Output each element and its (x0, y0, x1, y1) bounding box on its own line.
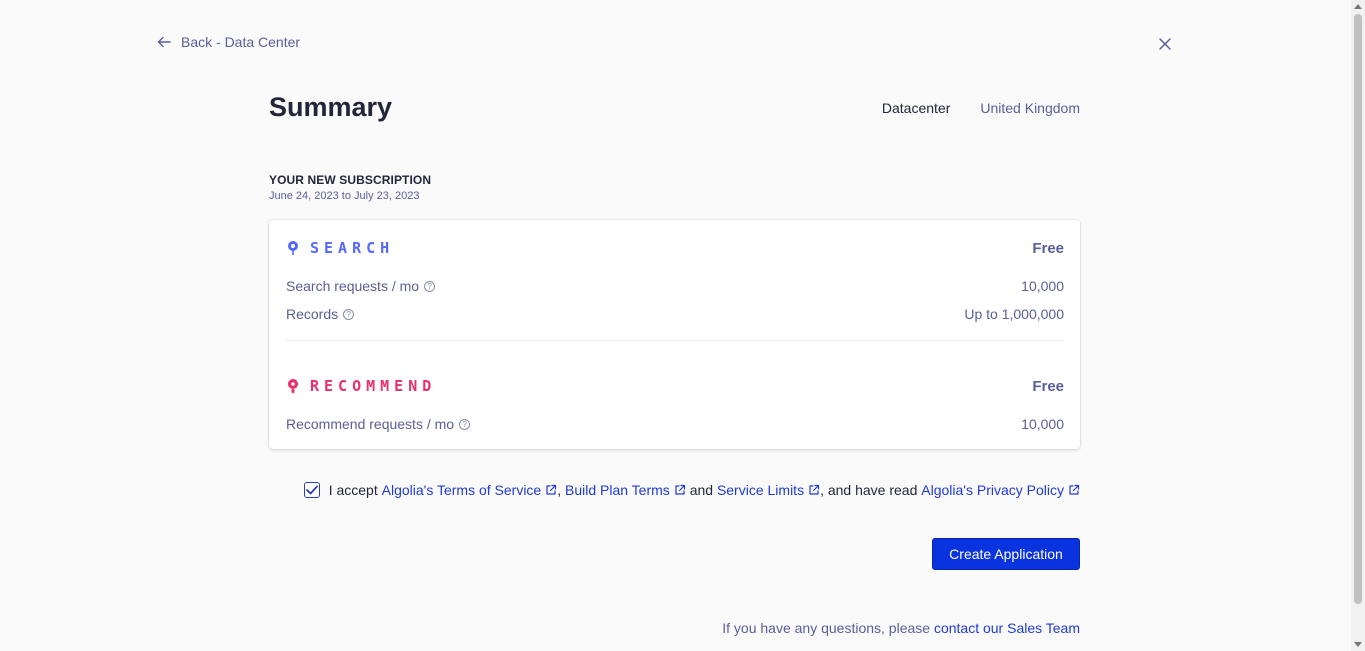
scroll-down-icon[interactable] (1354, 642, 1362, 647)
row-label: Search requests / mo (286, 278, 420, 294)
recommend-product-icon (288, 379, 298, 393)
close-button[interactable] (1156, 35, 1174, 53)
help-icon[interactable]: ? (343, 308, 355, 320)
product-row: Search requests / mo? 10,000 (286, 276, 1064, 296)
row-value: 10,000 (1021, 278, 1064, 294)
external-link-icon (546, 484, 557, 495)
row-value: Up to 1,000,000 (964, 306, 1064, 322)
create-application-button[interactable]: Create Application (932, 538, 1080, 570)
subscription-card: SEARCH Free Search requests / mo? 10,000… (269, 220, 1080, 449)
terms-and: and (689, 482, 714, 498)
product-row: Recommend requests / mo? 10,000 (286, 414, 1064, 434)
close-icon (1159, 38, 1171, 50)
subscription-header: YOUR NEW SUBSCRIPTION June 24, 2023 to J… (269, 173, 431, 202)
product-row: Records? Up to 1,000,000 (286, 304, 1064, 324)
privacy-policy-link[interactable]: Algolia's Privacy Policy (921, 482, 1080, 498)
service-limits-link[interactable]: Service Limits (717, 482, 820, 498)
help-icon[interactable]: ? (424, 280, 436, 292)
row-value: 10,000 (1021, 416, 1064, 432)
terms-separator: , (557, 482, 562, 498)
product-recommend: RECOMMEND Free Recommend requests / mo? … (286, 376, 1064, 434)
help-icon[interactable]: ? (459, 418, 471, 430)
product-search: SEARCH Free Search requests / mo? 10,000… (286, 238, 1064, 324)
terms-acceptance: I accept Algolia's Terms of Service, Bui… (303, 482, 1080, 498)
divider (286, 340, 1064, 341)
row-label: Records (286, 306, 339, 322)
subscription-heading: YOUR NEW SUBSCRIPTION (269, 173, 432, 187)
external-link-icon (675, 484, 685, 495)
price-recommend: Free (1032, 377, 1064, 395)
back-label: Back - Data Center (181, 34, 301, 50)
terms-of-service-link[interactable]: Algolia's Terms of Service (382, 482, 558, 498)
arrow-left-icon (157, 35, 171, 49)
scrollbar-thumb[interactable] (1354, 14, 1362, 604)
product-name-recommend: RECOMMEND (310, 377, 437, 395)
subscription-dates: June 24, 2023 to July 23, 2023 (269, 190, 420, 202)
scroll-up-icon[interactable] (1354, 4, 1362, 9)
datacenter-info: Datacenter United Kingdom (882, 100, 1080, 116)
product-name-search: SEARCH (310, 239, 395, 257)
search-product-icon (288, 241, 298, 255)
terms-prefix: I accept (328, 482, 378, 498)
accept-terms-checkbox[interactable] (303, 482, 320, 498)
contact-sales-link[interactable]: contact our Sales Team (934, 620, 1080, 636)
check-icon (305, 485, 318, 495)
price-search: Free (1032, 239, 1064, 257)
external-link-icon (1069, 484, 1080, 495)
back-link[interactable]: Back - Data Center (157, 34, 300, 50)
page-title: Summary (269, 92, 393, 122)
footer-text: If you have any questions, please (722, 620, 931, 636)
datacenter-value: United Kingdom (980, 100, 1080, 116)
terms-read: , and have read (820, 482, 918, 498)
external-link-icon (809, 484, 820, 495)
datacenter-label: Datacenter (881, 100, 951, 116)
build-plan-terms-link[interactable]: Build Plan Terms (565, 482, 686, 498)
footer-help: If you have any questions, please contac… (722, 620, 1080, 636)
scrollbar[interactable] (1351, 0, 1365, 651)
row-label: Recommend requests / mo (286, 416, 455, 432)
